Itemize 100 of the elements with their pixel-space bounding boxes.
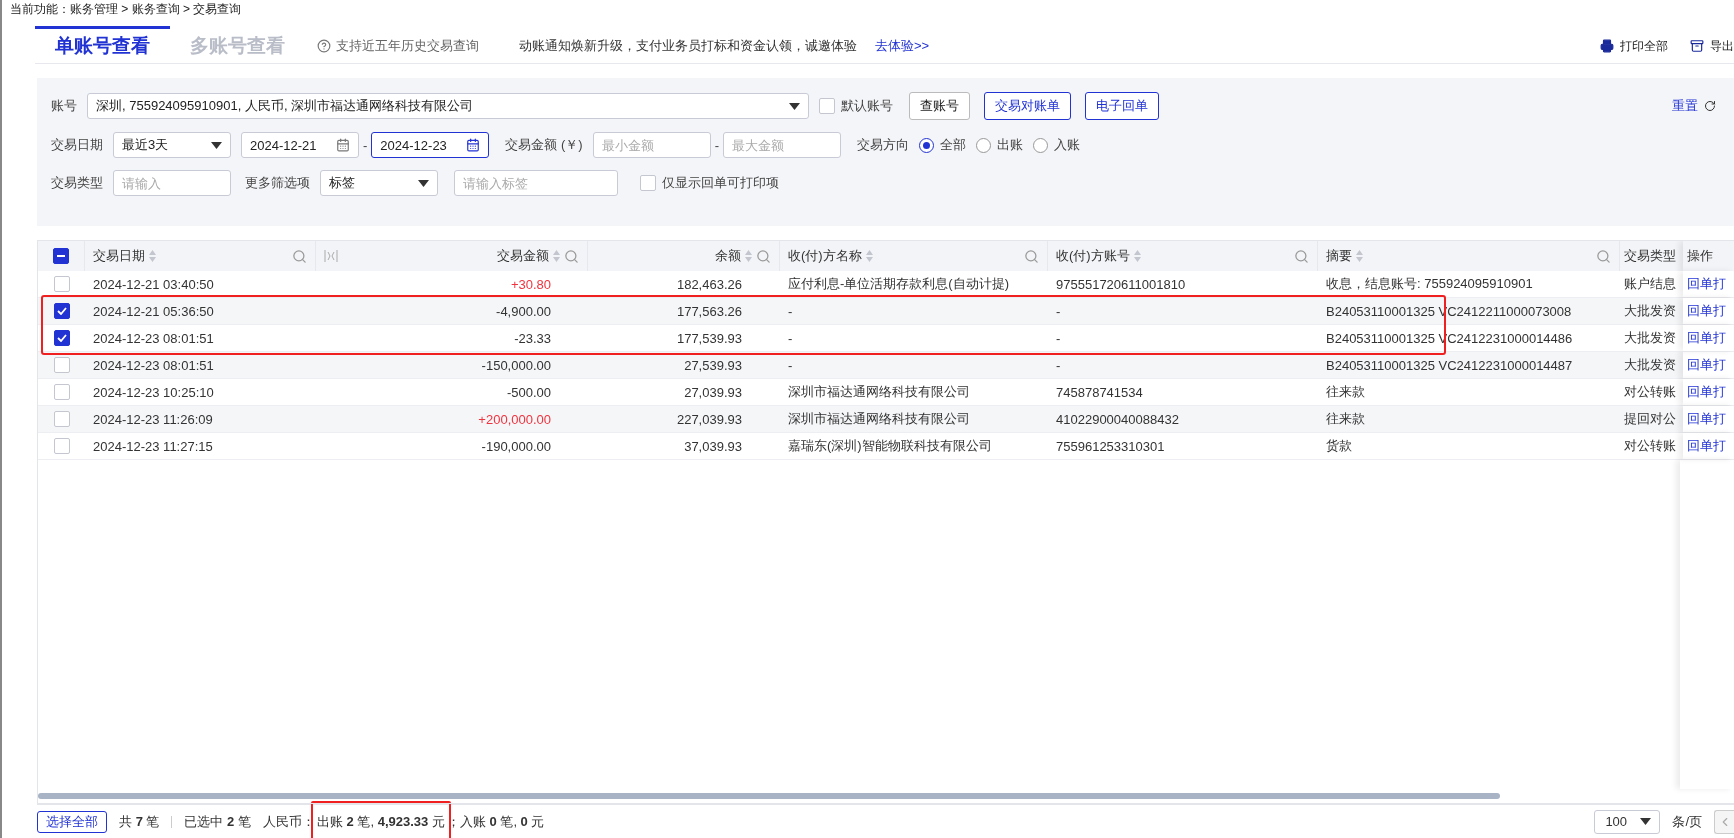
direction-radio[interactable]: 全部 (918, 136, 966, 154)
search-icon[interactable] (564, 248, 579, 264)
sort-icon[interactable] (149, 250, 156, 262)
sort-icon[interactable] (865, 250, 873, 262)
field-label: 交易方向 (856, 136, 909, 154)
total-count: 共 7 笔 (119, 812, 160, 831)
date-cell-text: 2024-12-21 03:40:50 (92, 275, 215, 294)
balance-cell-text: 182,463.26 (675, 275, 743, 294)
refresh-icon (1704, 100, 1716, 112)
receipt-print-link[interactable]: 回单打 (1683, 406, 1734, 432)
breadcrumb: 当前功能：账务管理 > 账务查询 > 交易查询 (9, 1, 243, 18)
sort-icon[interactable] (1356, 250, 1363, 262)
search-icon[interactable] (292, 248, 307, 264)
type-cell-text: 提回对公 (1623, 410, 1677, 428)
try-link[interactable]: 去体验>> (875, 29, 930, 63)
amount-cell-text: -150,000.00 (480, 356, 552, 375)
column-header: 操作 (1687, 247, 1713, 265)
min-amount-field[interactable]: 最小金额 (592, 132, 711, 158)
payee-name-cell-text: 嘉瑞东(深圳)智能物联科技有限公司 (787, 437, 993, 455)
notice-text: 动账通知焕新升级，支付业务员打标和资金认领，诚邀体验 (519, 37, 857, 55)
amount-cell-text: -190,000.00 (480, 437, 552, 456)
type-field[interactable]: 请输入 (113, 170, 231, 196)
search-icon[interactable] (756, 248, 771, 264)
checkmark-icon (56, 307, 67, 315)
outgoing-summary: 出账 2 笔, 4,923.33 元 (310, 800, 451, 838)
sort-icon[interactable] (553, 250, 560, 262)
field-label: 交易类型 (51, 174, 103, 192)
sort-icon[interactable] (745, 250, 752, 262)
receipt-print-link[interactable]: 回单打 (1683, 379, 1734, 405)
dropdown-icon (789, 102, 800, 110)
action-button[interactable]: 交易对账单 (984, 92, 1071, 120)
box-icon (1690, 39, 1704, 53)
action-button[interactable]: 查账号 (909, 92, 970, 120)
search-icon[interactable] (1294, 248, 1309, 264)
receipt-print-link[interactable]: 回单打 (1683, 298, 1734, 324)
end-date-field[interactable]: 2024-12-23 (371, 132, 490, 158)
summary-cell-text: 往来款 (1325, 410, 1366, 428)
column-header: 收(付)方名称 (788, 247, 862, 265)
select-all-button[interactable]: 选择全部 (37, 810, 107, 833)
payee-name-cell-text: 应付利息-单位活期存款利息(自动计提) (787, 275, 1010, 293)
payee-account-cell-text: 975551720611001810 (1055, 275, 1187, 294)
receipt-print-link[interactable]: 回单打 (1683, 271, 1734, 297)
payee-account-cell-text: 745878741534 (1055, 383, 1144, 402)
direction-radio[interactable]: 入账 (1032, 136, 1080, 154)
dropdown-icon (211, 141, 222, 149)
default-account-checkbox[interactable]: 默认账号 (819, 97, 893, 115)
printable-only-checkbox[interactable]: 仅显示回单可打印项 (640, 174, 779, 192)
balance-cell-text: 177,563.26 (675, 302, 743, 321)
search-icon[interactable] (1024, 248, 1039, 264)
account-select[interactable]: 深圳, 755924095910901, 人民币, 深圳市福达通网络科技有限公司 (87, 93, 809, 119)
checkbox[interactable] (53, 330, 70, 346)
dropdown-icon (418, 179, 429, 187)
date-cell-text: 2024-12-23 11:26:09 (92, 410, 214, 429)
field-label: 交易日期 (51, 136, 103, 154)
range-separator: - (714, 137, 719, 153)
column-toggle-icon[interactable] (324, 250, 338, 262)
receipt-print-link[interactable]: 回单打 (1683, 352, 1734, 378)
date-range-select[interactable]: 最近3天 (113, 132, 231, 158)
column-header: 交易类型 (1624, 247, 1676, 265)
selected-count: 已选中 2 笔 (184, 812, 251, 831)
action-button[interactable]: 电子回单 (1085, 92, 1159, 120)
summary-cell-text: 货款 (1325, 437, 1353, 455)
type-cell-text: 账户结息 (1623, 275, 1677, 293)
column-header: 收(付)方账号 (1056, 247, 1130, 265)
payee-name-cell-text: - (787, 356, 794, 375)
column-header: 摘要 (1326, 247, 1352, 265)
search-icon[interactable] (1596, 248, 1611, 264)
balance-cell-text: 27,039.93 (683, 383, 743, 402)
reset-button[interactable]: 重置 (1666, 96, 1722, 116)
field-label: 账号 (51, 97, 77, 115)
payee-name-cell-text: - (787, 329, 794, 348)
date-cell-text: 2024-12-23 10:25:10 (92, 383, 215, 402)
balance-cell-text: 177,539.93 (675, 329, 743, 348)
horizontal-scrollbar[interactable] (38, 793, 1500, 799)
tag-field[interactable]: 请输入标签 (454, 170, 618, 196)
type-cell-text: 对公转账 (1623, 383, 1677, 401)
checkbox[interactable] (53, 248, 69, 264)
payee-account-cell-text: - (1055, 302, 1062, 321)
type-cell-text: 大批发资 (1623, 356, 1677, 374)
summary-cell-text: B24053110001325 VC2412231000014487 (1325, 356, 1574, 375)
date-cell-text: 2024-12-23 08:01:51 (92, 329, 215, 348)
print-all-button[interactable]: 打印全部 (1600, 29, 1668, 63)
balance-cell-text: 27,539.93 (683, 356, 743, 375)
payee-account-cell-text: 41022900040088432 (1055, 410, 1180, 429)
filter-select[interactable]: 标签 (320, 170, 438, 196)
page-size-unit: 条/页 (1672, 812, 1702, 831)
sort-icon[interactable] (1133, 250, 1141, 262)
export-button[interactable]: 导出 (1690, 29, 1734, 63)
receipt-print-link[interactable]: 回单打 (1683, 433, 1734, 459)
receipt-print-link[interactable]: 回单打 (1683, 325, 1734, 351)
payee-name-cell-text: 深圳市福达通网络科技有限公司 (787, 410, 971, 428)
page-size-select[interactable]: 100 (1594, 809, 1661, 834)
amount-cell-text: -23.33 (513, 329, 552, 348)
start-date-field[interactable]: 2024-12-21 (241, 132, 359, 158)
payee-name-cell-text: 深圳市福达通网络科技有限公司 (787, 383, 971, 401)
calendar-icon (466, 138, 481, 152)
direction-radio[interactable]: 出账 (975, 136, 1023, 154)
previous-page-button[interactable] (1714, 809, 1734, 834)
max-amount-field[interactable]: 最大金额 (722, 132, 841, 158)
checkbox[interactable] (53, 303, 70, 319)
